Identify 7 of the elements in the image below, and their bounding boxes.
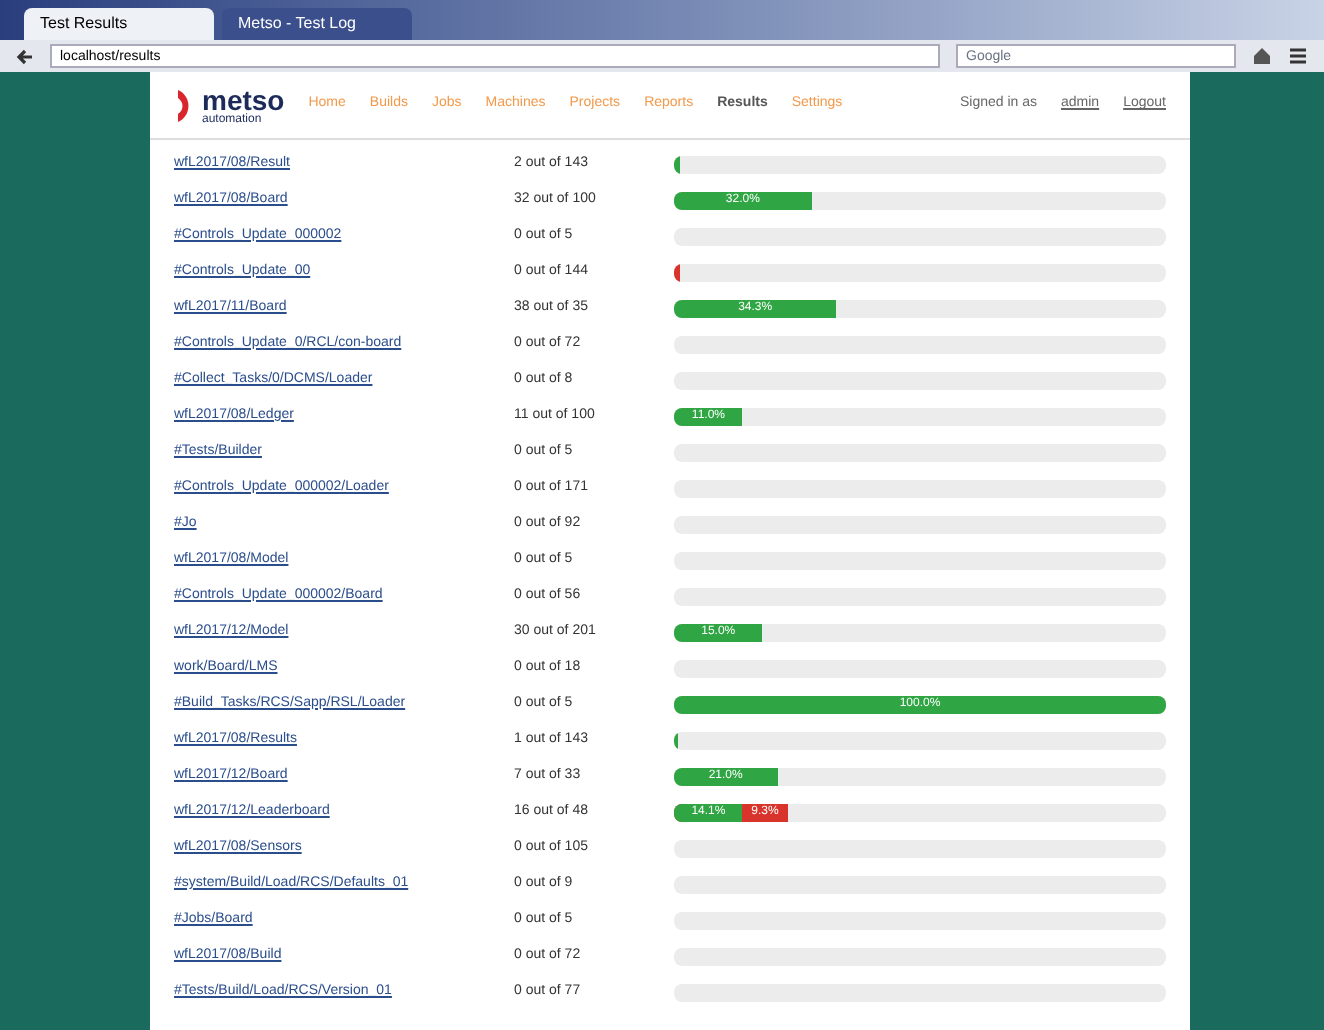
browser-tab[interactable]: Test Results — [24, 8, 214, 40]
browser-tab[interactable]: Metso - Test Log — [222, 8, 412, 40]
back-icon[interactable] — [16, 47, 34, 65]
logo-icon — [174, 85, 194, 125]
home-icon[interactable] — [1252, 46, 1272, 66]
menu-icon[interactable] — [1288, 46, 1308, 66]
logo-name: metso — [202, 85, 285, 113]
